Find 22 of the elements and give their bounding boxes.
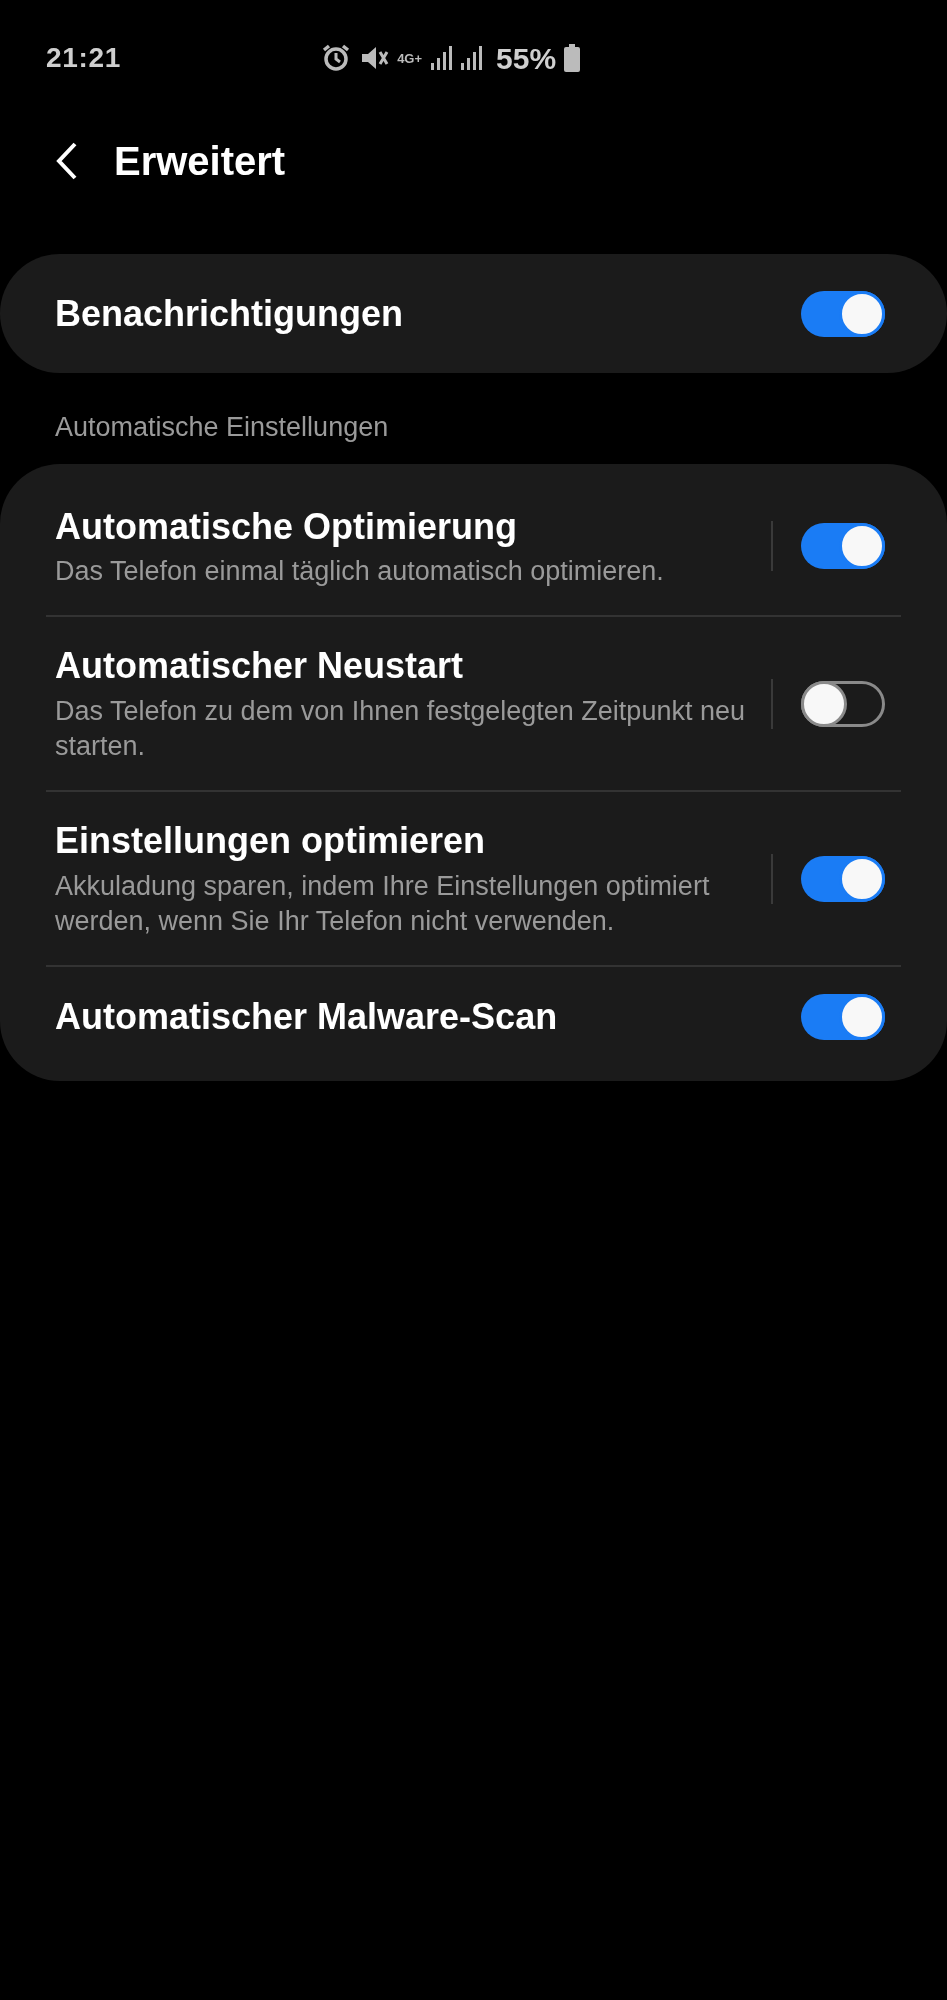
- signal-icon: [430, 45, 453, 71]
- alarm-icon: [321, 43, 352, 73]
- toggle-switch[interactable]: [801, 994, 885, 1041]
- status-time: 21:21: [46, 41, 122, 75]
- setting-description: Akkuladung sparen, indem Ihre Einstellungen optimiert werden, wenn Sie Ihr Telefon nicht verwenden.: [55, 870, 711, 939]
- network-label: 4G+: [397, 51, 423, 65]
- signal-icon: [460, 45, 483, 71]
- setting-title: Benachrichtigungen: [55, 291, 404, 336]
- setting-description: Das Telefon einmal täglich automatisch optimieren.: [55, 555, 665, 589]
- battery-icon: [564, 44, 581, 72]
- toggle-switch[interactable]: [801, 290, 885, 337]
- battery-percent: 55%: [496, 40, 557, 77]
- setting-title: Einstellungen optimieren: [55, 819, 487, 864]
- section-label: Automatische Einstellungen: [54, 411, 390, 444]
- toggle-switch[interactable]: [801, 855, 885, 902]
- toggle-switch[interactable]: [801, 680, 885, 727]
- setting-title: Automatischer Malware-Scan: [55, 994, 559, 1039]
- setting-title: Automatischer Neustart: [55, 644, 465, 689]
- toggle-switch[interactable]: [801, 523, 885, 570]
- page-title: Erweitert: [114, 138, 286, 185]
- setting-description: Das Telefon zu dem von Ihnen festgelegten Zeitpunkt neu starten.: [55, 695, 746, 764]
- setting-title: Automatische Optimierung: [55, 504, 519, 549]
